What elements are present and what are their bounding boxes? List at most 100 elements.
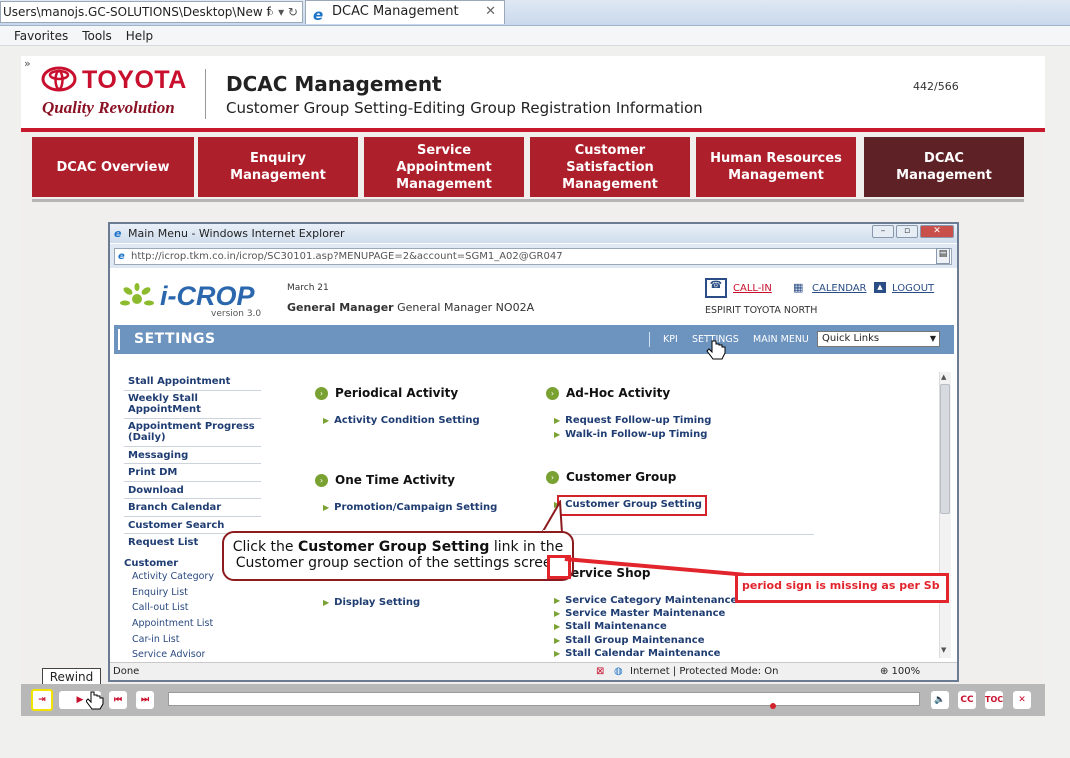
logout-icon: ▲ [874,282,886,293]
link-walkin-followup-timing: ▶ Walk-in Follow-up Timing [554,429,708,440]
address-tools[interactable]: ⌕ ▾ ↻ [268,2,298,22]
side-item-stall-appointment: Stall Appointment [128,376,231,387]
page-title: DCAC Management [226,72,442,96]
settings-bar-marker [118,329,120,350]
maximize-icon: ▫ [896,225,918,238]
side-item-appointment-progress: Appointment Progress (Daily) [128,421,255,443]
nav-customer-satisfaction[interactable]: Customer Satisfaction Management [530,137,690,197]
toyota-emblem-icon [41,66,77,92]
calendar-link: CALENDAR [812,283,867,294]
ie-icon: e [313,6,324,24]
expand-icon[interactable]: » [24,57,31,70]
link-activity-condition-setting: ▶ Activity Condition Setting [323,415,480,426]
nav-enquiry-management[interactable]: Enquiry Management [198,137,358,197]
exit-button[interactable]: ⇥ [31,689,53,711]
toyota-logo: TOYOTA [82,66,187,94]
address-text: Users\manojs.GC-SOLUTIONS\Desktop\New f [3,5,271,19]
instruction-callout: Click the Customer Group Setting link in… [222,531,574,581]
nav-dcac-overview[interactable]: DCAC Overview [32,137,194,197]
link-request-followup-timing: ▶ Request Follow-up Timing [554,415,712,426]
section-bullet-icon: › [315,387,328,400]
tab-title: DCAC Management [332,4,459,19]
page-icon: ▤ [936,248,950,264]
progress-bar[interactable] [168,692,920,706]
address-bar[interactable]: Users\manojs.GC-SOLUTIONS\Desktop\New f … [0,1,303,23]
side-sub-enquiry-list: Enquiry List [132,587,188,598]
user-role-label: General Manager [287,301,394,314]
volume-button[interactable]: 🔈 [931,691,949,709]
inner-address-bar: e http://icrop.tkm.co.in/icrop/SC30101.a… [114,248,952,265]
section-service-shop: ervice Shop [571,566,651,580]
link-stall-group-maintenance: ▶ Stall Group Maintenance [554,635,705,646]
next-button[interactable]: ⏭ [136,691,154,709]
nav-human-resources[interactable]: Human Resources Management [696,137,856,197]
scroll-up-icon: ▲ [941,373,947,381]
user-info: General Manager General Manager NO02A [287,301,534,314]
page-subtitle: Customer Group Setting-Editing Group Reg… [226,99,703,117]
side-item-weekly-stall: Weekly Stall AppointMent [128,393,201,415]
review-comment: period sign is missing as per Sb [735,573,949,603]
toc-button[interactable]: TOC [985,691,1003,709]
link-promotion-campaign-setting: ▶ Promotion/Campaign Setting [323,502,498,513]
callout-text-suffix: link in the [489,539,564,555]
callout-text-bold: Customer Group Setting [298,539,490,555]
callout-text-prefix: Click the [232,539,298,555]
chevron-down-icon: ▼ [929,334,936,343]
section-customer-group: Customer Group [566,470,677,484]
user-role-value: General Manager NO02A [397,301,535,314]
side-divider [124,481,261,482]
side-item-customer-search: Customer Search [128,520,225,531]
inner-window-title-text: Main Menu - Windows Internet Explorer [128,227,345,240]
section-adhoc-activity: Ad-Hoc Activity [566,386,671,400]
close-icon: ✕ [920,225,954,238]
side-sub-appointment-list: Appointment List [132,618,214,629]
close-button[interactable]: ✕ [1013,691,1031,709]
menu-tools[interactable]: Tools [75,26,119,46]
hand-cursor-icon [86,691,104,710]
main-menu-link: MAIN MENU [753,334,809,345]
menu-favorites[interactable]: Favorites [0,26,75,46]
scrollbar-thumb [940,384,950,514]
page-counter: 442/566 [913,80,959,93]
side-divider [124,390,261,391]
nav-divider [32,199,1024,202]
section-bullet-icon: › [546,471,559,484]
link-display-setting: ▶ Display Setting [323,597,421,608]
side-item-messaging: Messaging [128,450,189,461]
settings-title: SETTINGS [134,331,216,347]
side-item-branch-calendar: Branch Calendar [128,502,222,513]
status-zone: Internet | Protected Mode: On [630,666,779,677]
side-divider [124,463,261,464]
content-divider [560,534,814,535]
header-divider [205,69,206,119]
kpi-link: KPI [663,334,678,345]
quick-links-value: Quick Links [822,333,880,344]
previous-button[interactable]: ⏮ [109,691,127,709]
side-divider [124,446,261,447]
side-item-print-dm: Print DM [128,467,178,478]
nav-dcac-management[interactable]: DCAC Management [864,137,1024,197]
link-service-master-maintenance: ▶ Service Master Maintenance [554,608,726,619]
side-sub-carin-list: Car-in List [132,634,180,645]
side-item-download: Download [128,485,184,496]
inner-url: http://icrop.tkm.co.in/icrop/SC30101.asp… [131,251,563,262]
cc-button[interactable]: CC [958,691,976,709]
hand-cursor-icon [706,340,726,360]
link-stall-calendar-maintenance: ▶ Stall Calendar Maintenance [554,648,721,659]
logout-link: LOGOUT [892,283,935,294]
nav-service-appointment[interactable]: Service Appointment Management [364,137,524,197]
menu-bar: Favorites Tools Help [0,26,1070,46]
highlight-box [557,495,707,516]
brand-tagline: Quality Revolution [42,98,175,117]
side-divider [124,418,261,419]
globe-icon: ◍ [614,666,623,677]
close-tab-icon[interactable]: ✕ [485,1,496,23]
side-sub-callout-list: Call-out List [132,602,189,613]
side-divider [124,498,261,499]
blocked-icon: ⊠ [596,666,605,677]
menu-help[interactable]: Help [119,26,160,46]
side-sub-service-advisor: Service Advisor [132,649,206,658]
quick-links-select: Quick Links ▼ [817,331,940,347]
section-one-time-activity: One Time Activity [335,473,455,487]
browser-tab[interactable]: e DCAC Management ✕ [305,0,505,24]
